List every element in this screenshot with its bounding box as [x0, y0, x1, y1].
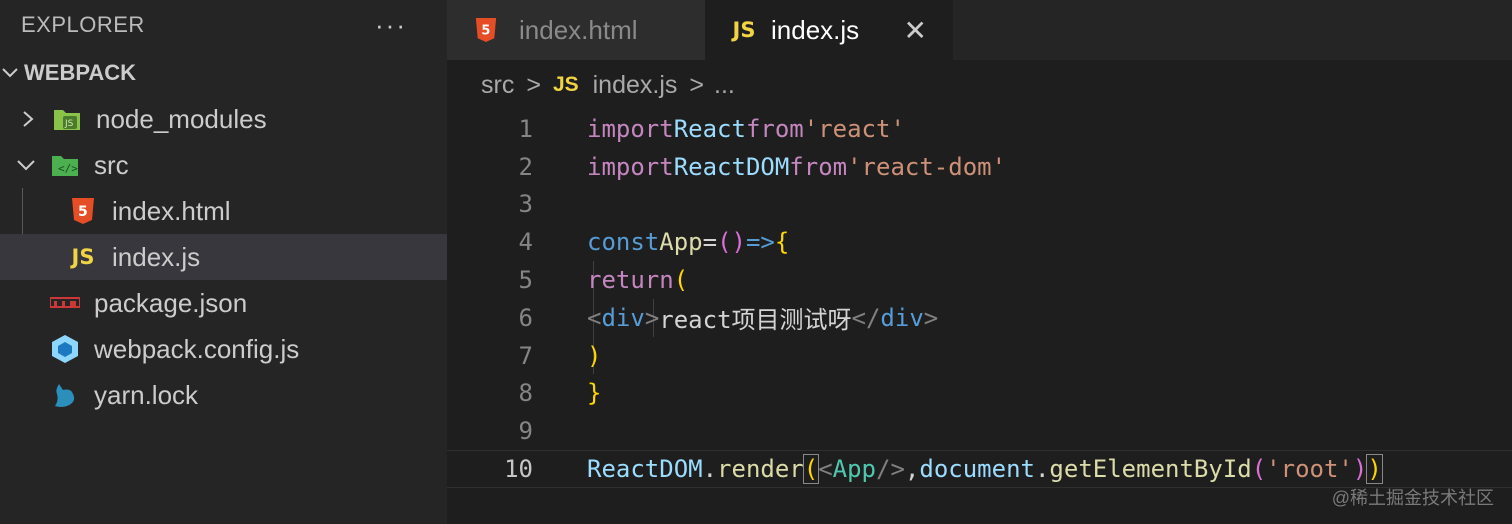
breadcrumb: src > JS index.js > ... [447, 60, 1512, 110]
breadcrumb-more[interactable]: ... [714, 71, 735, 100]
js-icon: JS [552, 73, 579, 96]
watermark: @稀土掘金技术社区 [1331, 488, 1494, 508]
code-line: 3 [447, 186, 1512, 224]
svg-text:5: 5 [78, 204, 88, 220]
line-number: 7 [518, 341, 533, 370]
tree-item-node-modules[interactable]: JS node_modules [0, 96, 447, 142]
webpack-icon [50, 334, 80, 364]
line-number: 9 [518, 417, 533, 446]
npm-icon [50, 288, 80, 318]
tab-label: index.html [519, 14, 638, 45]
chevron-down-icon [16, 155, 36, 175]
code-line: 5 return ( [447, 261, 1512, 299]
tree-item-index-js[interactable]: JS index.js [0, 234, 447, 280]
explorer-sidebar: EXPLORER ··· WEBPACK JS node_modules </>… [0, 0, 447, 524]
code-line: 4 const App = () =>{ [447, 223, 1512, 261]
tab-index-js[interactable]: JS index.js ✕ [705, 0, 953, 60]
html5-icon: 5 [471, 15, 501, 45]
editor-area: 5 index.html JS index.js ✕ src > JS inde… [447, 0, 1512, 524]
tree-item-package-json[interactable]: package.json [0, 280, 447, 326]
tree-item-index-html[interactable]: 5 index.html [0, 188, 447, 234]
svg-text:</>: </> [58, 162, 78, 175]
chevron-down-icon [0, 63, 20, 83]
yarn-icon [50, 380, 80, 410]
tree-item-label: src [94, 149, 129, 180]
workspace-name: WEBPACK [24, 60, 137, 85]
code-line-current: 10 ReactDOM. render(< App />, document. getE… [447, 450, 1512, 488]
breadcrumb-file[interactable]: index.js [593, 71, 678, 100]
code-line: 9 [447, 412, 1512, 450]
file-tree: JS node_modules </> src 5 index.html JS … [0, 96, 447, 418]
breadcrumb-folder[interactable]: src [481, 71, 514, 100]
tab-label: index.js [771, 14, 860, 45]
more-actions-icon[interactable]: ··· [375, 10, 407, 41]
line-number: 8 [518, 379, 533, 408]
workspace-section-header[interactable]: WEBPACK [0, 50, 447, 96]
tree-item-yarn-lock[interactable]: yarn.lock [0, 372, 447, 418]
tree-item-label: package.json [94, 287, 248, 318]
breadcrumb-separator: > [526, 70, 541, 99]
tree-item-label: yarn.lock [94, 379, 199, 410]
code-editor[interactable]: 1 import React from 'react' 2 import React… [447, 110, 1512, 488]
tree-item-label: webpack.config.js [94, 333, 300, 364]
js-icon: JS [732, 18, 756, 42]
line-number: 3 [518, 190, 533, 219]
node-modules-folder-icon: JS [52, 104, 82, 134]
code-line: 6 < div > react项目测试呀 </div > [447, 299, 1512, 337]
line-number: 1 [518, 114, 533, 143]
editor-tabs: 5 index.html JS index.js ✕ [447, 0, 1512, 60]
tree-item-webpack-config[interactable]: webpack.config.js [0, 326, 447, 372]
tab-index-html[interactable]: 5 index.html [447, 0, 705, 60]
tree-item-label: index.html [112, 195, 231, 226]
code-line: 1 import React from 'react' [447, 110, 1512, 148]
line-number: 2 [518, 152, 533, 181]
js-icon: JS [71, 245, 95, 269]
explorer-header: EXPLORER ··· [0, 0, 447, 50]
breadcrumb-separator: > [689, 70, 704, 99]
line-number: 4 [518, 228, 533, 257]
svg-text:5: 5 [481, 24, 490, 39]
html5-icon: 5 [68, 196, 98, 226]
code-line: 7 ) [447, 337, 1512, 375]
line-number: 10 [504, 455, 533, 484]
tree-item-label: node_modules [96, 103, 267, 134]
line-number: 5 [518, 266, 533, 295]
svg-text:JS: JS [64, 119, 74, 129]
bracket-match: ) [1366, 454, 1383, 485]
code-line: 2 import ReactDOM from 'react-dom' [447, 148, 1512, 186]
line-number: 6 [518, 303, 533, 332]
chevron-right-icon [18, 109, 38, 129]
close-icon[interactable]: ✕ [904, 14, 927, 47]
tree-item-label: index.js [112, 241, 201, 272]
src-folder-icon: </> [50, 150, 80, 180]
code-line: 8} [447, 375, 1512, 413]
bracket-match: ( [802, 454, 820, 485]
tree-item-src[interactable]: </> src [0, 142, 447, 188]
explorer-title: EXPLORER [21, 12, 145, 37]
